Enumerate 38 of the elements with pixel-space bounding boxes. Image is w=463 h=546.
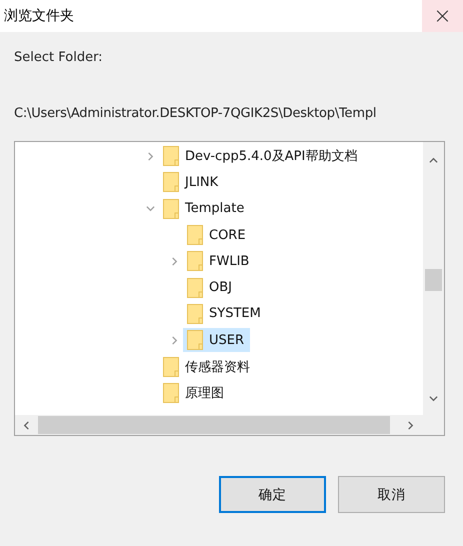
folder-icon bbox=[163, 382, 179, 403]
close-button[interactable]: × bbox=[422, 0, 463, 32]
prompt-label: Select Folder: bbox=[14, 50, 104, 67]
scroll-thumb[interactable] bbox=[38, 416, 390, 434]
scroll-thumb[interactable] bbox=[425, 269, 442, 291]
cancel-button[interactable]: 取消 bbox=[338, 476, 445, 513]
scroll-right-icon[interactable] bbox=[406, 420, 415, 430]
expand-icon[interactable] bbox=[170, 256, 178, 266]
tree-item[interactable]: CORE bbox=[183, 223, 252, 248]
collapse-icon[interactable] bbox=[146, 204, 154, 214]
scroll-down-icon[interactable] bbox=[429, 394, 438, 403]
tree-item[interactable]: JLINK bbox=[159, 170, 224, 194]
folder-icon bbox=[187, 330, 203, 350]
expand-icon[interactable] bbox=[170, 336, 178, 345]
folder-icon bbox=[187, 278, 203, 298]
vertical-scrollbar[interactable] bbox=[423, 142, 444, 415]
folder-icon bbox=[163, 356, 179, 377]
folder-icon bbox=[163, 172, 179, 192]
folder-path: C:\Users\Administrator.DESKTOP-7QGIK2S\Desktop\Templ bbox=[14, 106, 378, 123]
folder-icon bbox=[163, 146, 179, 166]
ok-button[interactable]: 确定 bbox=[219, 476, 326, 513]
folder-icon bbox=[187, 304, 203, 324]
tree-item[interactable]: Template bbox=[159, 196, 250, 221]
window-title: 浏览文件夹 bbox=[4, 7, 74, 25]
folder-icon bbox=[187, 225, 203, 246]
tree-item[interactable]: OBJ bbox=[183, 276, 238, 300]
tree-item[interactable]: 传感器资料 bbox=[159, 354, 256, 379]
tree-item[interactable]: Dev-cpp5.4.0及API帮助文档 bbox=[159, 144, 364, 168]
tree-item[interactable]: 原理图 bbox=[159, 380, 230, 405]
tree-item[interactable]: USER bbox=[183, 328, 250, 352]
scroll-left-icon[interactable] bbox=[22, 420, 31, 430]
tree-item[interactable]: SYSTEM bbox=[183, 302, 267, 326]
scroll-up-icon[interactable] bbox=[429, 156, 438, 165]
folder-icon bbox=[187, 251, 203, 272]
horizontal-scrollbar[interactable] bbox=[15, 415, 423, 435]
expand-icon[interactable] bbox=[146, 152, 154, 161]
tree-item[interactable]: FWLIB bbox=[183, 249, 256, 274]
folder-icon bbox=[163, 198, 179, 219]
